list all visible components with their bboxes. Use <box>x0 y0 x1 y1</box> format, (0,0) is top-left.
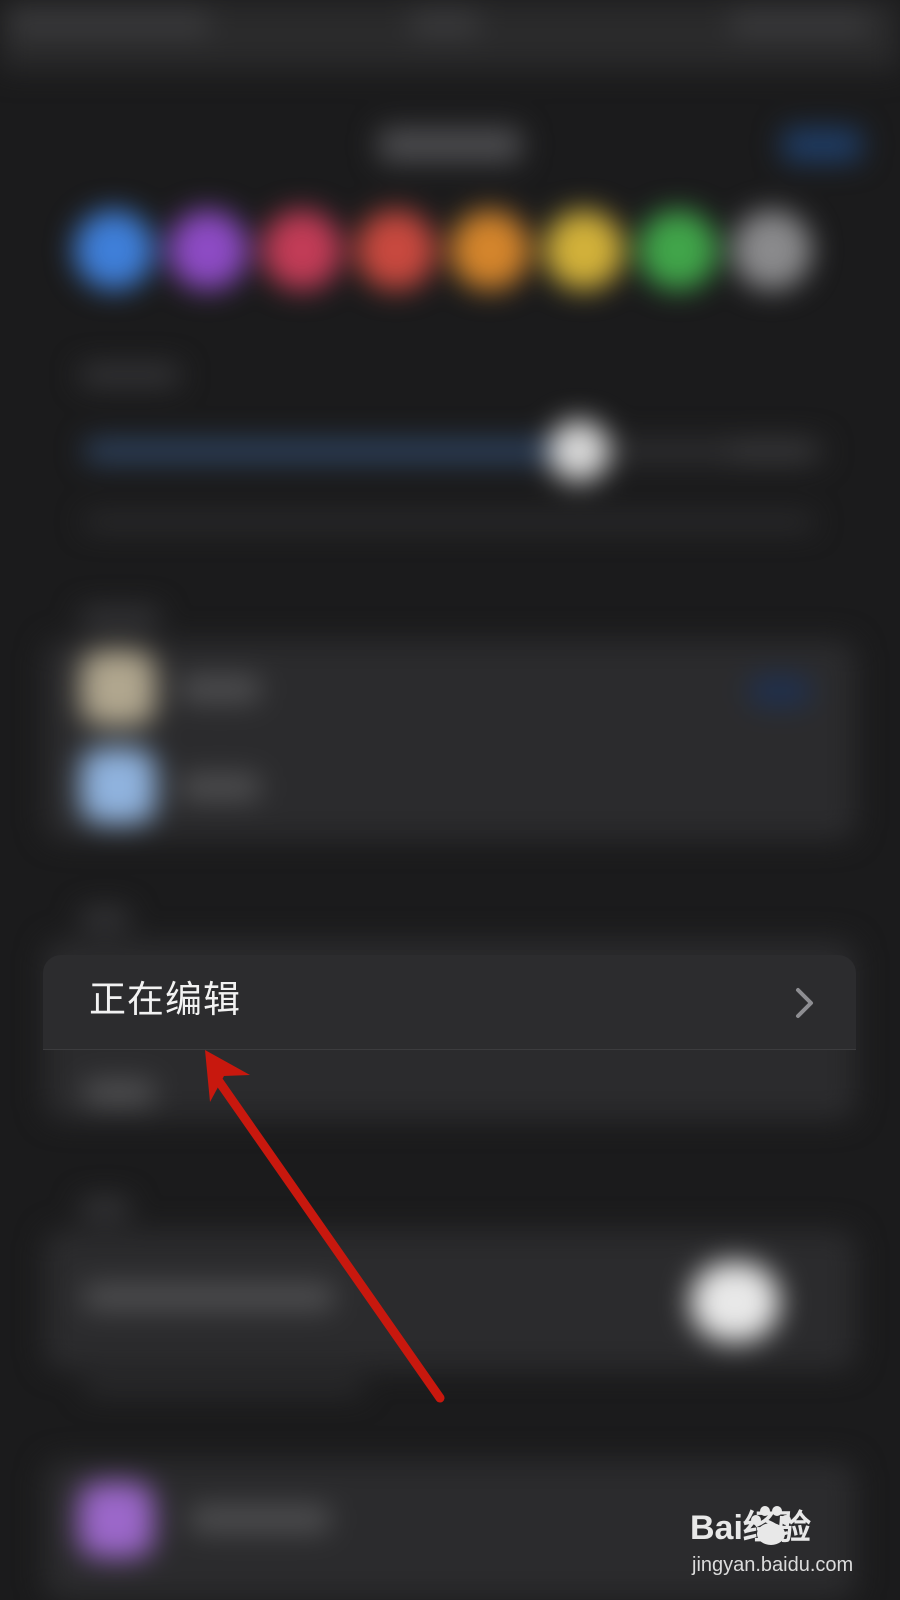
baidu-watermark: Bai经验 jingyan.baidu.com <box>690 1500 890 1590</box>
section-label <box>80 1198 130 1218</box>
status-bar <box>0 0 900 70</box>
app-icon <box>78 1482 154 1558</box>
color-swatch[interactable] <box>74 210 154 290</box>
slider-caption <box>84 515 814 529</box>
app-row-accessory <box>750 676 810 706</box>
app-row-label <box>180 774 260 800</box>
editing-row[interactable]: 正在编辑 <box>43 955 856 1050</box>
color-swatch[interactable] <box>450 210 530 290</box>
color-swatch[interactable] <box>356 210 436 290</box>
status-center <box>410 10 480 36</box>
color-swatch[interactable] <box>168 210 248 290</box>
done-button[interactable] <box>782 128 862 162</box>
color-swatch[interactable] <box>638 210 718 290</box>
app-icon <box>80 650 156 726</box>
toggle-caption <box>84 1380 364 1394</box>
section-label <box>80 908 130 928</box>
section-label <box>80 365 180 385</box>
editing-row-label: 正在编辑 <box>89 978 241 1021</box>
status-time <box>10 10 210 36</box>
watermark-url: jingyan.baidu.com <box>692 1554 854 1576</box>
watermark-brand: Bai经验 <box>690 1509 811 1547</box>
section-label <box>80 608 160 628</box>
blurred-background <box>0 0 900 1600</box>
app-list-group <box>44 640 856 840</box>
app-icon <box>80 748 156 824</box>
slider-knob[interactable] <box>548 420 610 482</box>
color-swatch[interactable] <box>544 210 624 290</box>
nav-title <box>378 128 522 162</box>
chevron-right-icon <box>796 988 813 1018</box>
toggle-switch[interactable] <box>690 1262 780 1342</box>
color-swatch[interactable] <box>732 210 812 290</box>
status-battery <box>730 10 870 36</box>
toggle-row-label <box>84 1284 334 1310</box>
slider-value <box>730 440 810 462</box>
bottom-row-label <box>190 1506 330 1532</box>
row-label <box>84 1080 154 1106</box>
slider-fill <box>84 440 574 462</box>
app-row-label <box>180 676 260 702</box>
color-swatch[interactable] <box>262 210 342 290</box>
